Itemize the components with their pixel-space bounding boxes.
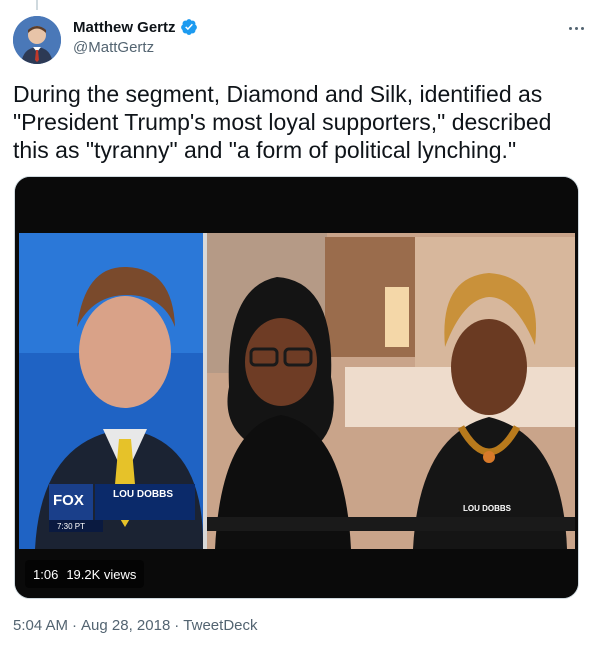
author-display-name[interactable]: Matthew Gertz [73,19,176,36]
thread-connector-line [36,0,38,10]
tweet-meta: 5:04 AM · Aug 28, 2018 · TweetDeck [13,617,258,634]
author-handle[interactable]: @MattGertz [73,39,198,56]
meta-separator: · [174,617,180,634]
lower-third-brand: FOX [53,492,84,509]
video-frame: FOX LOU DOBBS 7:30 PT LOU DOBBS [15,177,578,598]
more-options-icon[interactable] [562,18,590,38]
tweet-source[interactable]: TweetDeck [183,617,257,634]
video-player[interactable]: FOX LOU DOBBS 7:30 PT LOU DOBBS 1:06 19.… [14,176,579,599]
tweet-time[interactable]: 5:04 AM [13,617,68,634]
meta-separator: · [72,617,78,634]
video-duration: 1:06 [33,566,59,582]
video-stats-badge: 1:06 19.2K views [25,560,145,588]
video-views: 19.2K views [66,566,137,582]
author-names: Matthew Gertz @MattGertz [73,18,198,56]
verified-badge-icon [180,18,198,36]
tweet-date[interactable]: Aug 28, 2018 [81,617,170,634]
tweet-text: During the segment, Diamond and Silk, id… [13,81,552,163]
avatar[interactable] [13,16,61,64]
lower-third-show: LOU DOBBS [113,489,173,500]
lower-third-time: 7:30 PT [57,522,85,531]
lower-third-tag: LOU DOBBS [463,504,512,513]
tweet-header: Matthew Gertz @MattGertz [13,14,590,64]
